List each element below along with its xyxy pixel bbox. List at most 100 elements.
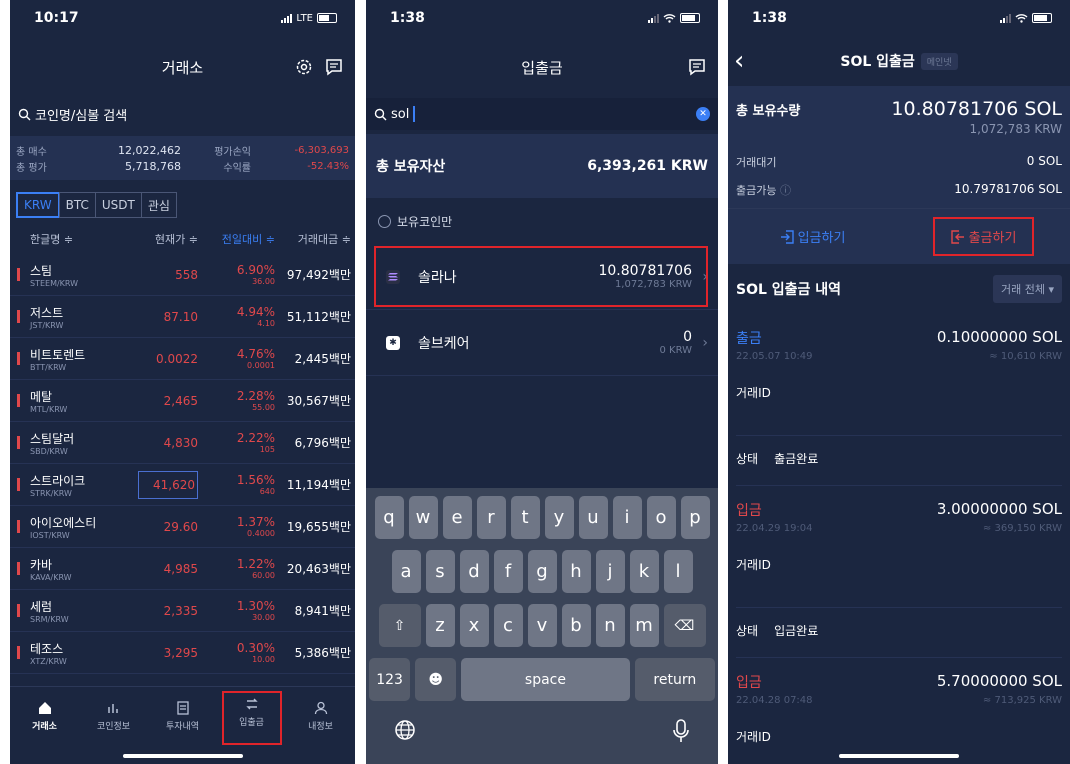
numbers-key[interactable]: 123 <box>369 658 411 701</box>
key-v[interactable]: v <box>527 604 557 647</box>
coin-symbol: BTT/KRW <box>30 362 67 372</box>
key-h[interactable]: h <box>561 550 591 593</box>
asset-name: 솔라나 <box>418 269 457 286</box>
key-i[interactable]: i <box>612 496 642 539</box>
deposit-button[interactable]: 입금하기 <box>764 219 862 254</box>
tab-btc[interactable]: BTC <box>58 192 96 218</box>
microphone-icon[interactable] <box>671 718 691 744</box>
coin-name: 비트토렌트 <box>30 347 86 362</box>
caret-down-icon: ▾ <box>1048 283 1054 296</box>
page-title: SOL 입출금 <box>840 54 915 70</box>
transaction-item[interactable]: 출금 0.10000000 SOL 22.05.07 10:49 ≈ 10,610 K… <box>728 314 1070 486</box>
history-filter-dropdown[interactable]: 거래 전체 ▾ <box>992 275 1062 303</box>
available-label-text: 출금가능 <box>736 184 777 197</box>
coin-price: 2,335 <box>163 603 198 618</box>
tab-krw[interactable]: KRW <box>16 192 60 218</box>
space-key[interactable]: space <box>461 658 630 701</box>
key-a[interactable]: a <box>391 550 421 593</box>
key-p[interactable]: p <box>680 496 710 539</box>
key-y[interactable]: y <box>544 496 574 539</box>
tx-krw: ≈ 713,925 KRW <box>982 695 1062 706</box>
key-j[interactable]: j <box>595 550 625 593</box>
coin-row[interactable]: 스팀달러 SBD/KRW 4,830 2.22% 105 6,796백만 <box>10 422 355 464</box>
clear-search-icon[interactable]: ✕ <box>696 107 710 121</box>
key-f[interactable]: f <box>493 550 523 593</box>
coin-volume: 2,445백만 <box>294 352 351 366</box>
coin-row[interactable]: 카바 KAVA/KRW 4,985 1.22% 60.00 20,463백만 <box>10 548 355 590</box>
key-t[interactable]: t <box>510 496 540 539</box>
search-icon <box>18 108 31 120</box>
status-bar: 1:38 <box>728 0 1070 36</box>
keyboard-row: 123 ☻ space return <box>369 658 715 701</box>
status-time: 1:38 <box>752 10 787 26</box>
radio-icon[interactable] <box>378 214 391 228</box>
coin-name: 테조스 <box>30 641 64 656</box>
coin-row[interactable]: 스트라이크 STRK/KRW 41,620 1.56% 640 11,194백만 <box>10 464 355 506</box>
withdraw-button[interactable]: 출금하기 <box>932 217 1035 256</box>
col-name[interactable]: 한글명 ≑ <box>10 231 128 247</box>
emoji-key[interactable]: ☻ <box>415 658 457 701</box>
back-icon[interactable]: ‹ <box>734 46 744 76</box>
coin-row[interactable]: 스팀 STEEM/KRW 558 6.90% 36.00 97,492백만 <box>10 254 355 296</box>
key-s[interactable]: s <box>425 550 455 593</box>
tx-amount: 0.10000000 SOL <box>936 328 1062 346</box>
action-buttons: 입금하기 출금하기 <box>728 208 1070 264</box>
key-r[interactable]: r <box>476 496 506 539</box>
key-l[interactable]: l <box>663 550 693 593</box>
home-indicator <box>839 754 959 758</box>
col-volume[interactable]: 거래대금 ≑ <box>275 231 355 247</box>
tab-favorites[interactable]: 관심 <box>140 192 177 218</box>
key-z[interactable]: z <box>425 604 455 647</box>
key-g[interactable]: g <box>527 550 557 593</box>
key-x[interactable]: x <box>459 604 489 647</box>
backspace-key[interactable]: ⌫ <box>663 604 706 647</box>
home-indicator <box>122 754 243 758</box>
key-w[interactable]: w <box>408 496 438 539</box>
globe-icon[interactable] <box>393 718 417 742</box>
key-b[interactable]: b <box>561 604 591 647</box>
transaction-list: 출금 0.10000000 SOL 22.05.07 10:49 ≈ 10,610 K… <box>728 314 1070 745</box>
key-q[interactable]: q <box>374 496 404 539</box>
asset-row-solana[interactable]: 솔라나 10.80781706 1,072,783 KRW › <box>366 244 718 310</box>
tab-my-info[interactable]: 내정보 <box>291 701 351 764</box>
coin-row[interactable]: 비트토렌트 BTT/KRW 0.0022 4.76% 0.0001 2,445백만 <box>10 338 355 380</box>
owned-only-filter[interactable]: 보유코인만 <box>366 198 718 244</box>
key-o[interactable]: o <box>646 496 676 539</box>
coin-name: 스트라이크 <box>30 473 86 488</box>
coin-row[interactable]: 세럼 SRM/KRW 2,335 1.30% 30.00 8,941백만 <box>10 590 355 632</box>
tab-deposit-withdraw[interactable]: 입출금 <box>221 691 282 745</box>
key-m[interactable]: m <box>629 604 659 647</box>
coin-change-pct: 2.22% <box>236 431 275 445</box>
info-icon[interactable]: ⓘ <box>780 184 791 197</box>
coin-change-pct: 1.30% <box>236 599 275 613</box>
settings-icon[interactable] <box>295 58 313 76</box>
transaction-item[interactable]: 입금 3.00000000 SOL 22.04.29 19:04 ≈ 369,150 … <box>728 486 1070 658</box>
coin-row[interactable]: 저스트 JST/KRW 87.10 4.94% 4.10 51,112백만 <box>10 296 355 338</box>
key-u[interactable]: u <box>578 496 608 539</box>
tab-usdt[interactable]: USDT <box>94 192 142 218</box>
home-icon <box>38 702 51 714</box>
transaction-item[interactable]: 입금 5.70000000 SOL 22.04.28 07:48 ≈ 713,925 … <box>728 658 1070 745</box>
tx-type: 출금 <box>736 331 762 347</box>
deposit-label: 입금하기 <box>797 231 846 246</box>
shift-key[interactable]: ⇧ <box>378 604 421 647</box>
key-k[interactable]: k <box>629 550 659 593</box>
key-e[interactable]: e <box>442 496 472 539</box>
tab-label: 입출금 <box>239 718 264 728</box>
tab-exchange[interactable]: 거래소 <box>15 701 75 764</box>
coin-row[interactable]: 아이오에스티 IOST/KRW 29.60 1.37% 0.4000 19,655백만 <box>10 506 355 548</box>
coin-row[interactable]: 메탈 MTL/KRW 2,465 2.28% 55.00 30,567백만 <box>10 380 355 422</box>
key-n[interactable]: n <box>595 604 625 647</box>
col-change[interactable]: 전일대비 ≑ <box>198 231 275 247</box>
asset-row-solve-care[interactable]: ✱ 솔브케어 00 KRW › <box>366 310 718 376</box>
key-d[interactable]: d <box>459 550 489 593</box>
return-key[interactable]: return <box>634 658 715 701</box>
col-price[interactable]: 현재가 ≑ <box>128 231 198 247</box>
message-icon[interactable] <box>688 58 706 76</box>
asset-search-input[interactable]: sol ✕ <box>366 98 718 130</box>
wifi-icon <box>1015 14 1028 23</box>
coin-search-input[interactable]: 코인명/심볼 검색 <box>10 98 355 130</box>
key-c[interactable]: c <box>493 604 523 647</box>
message-icon[interactable] <box>325 58 343 76</box>
coin-row[interactable]: 테조스 XTZ/KRW 3,295 0.30% 10.00 5,386백만 <box>10 632 355 674</box>
